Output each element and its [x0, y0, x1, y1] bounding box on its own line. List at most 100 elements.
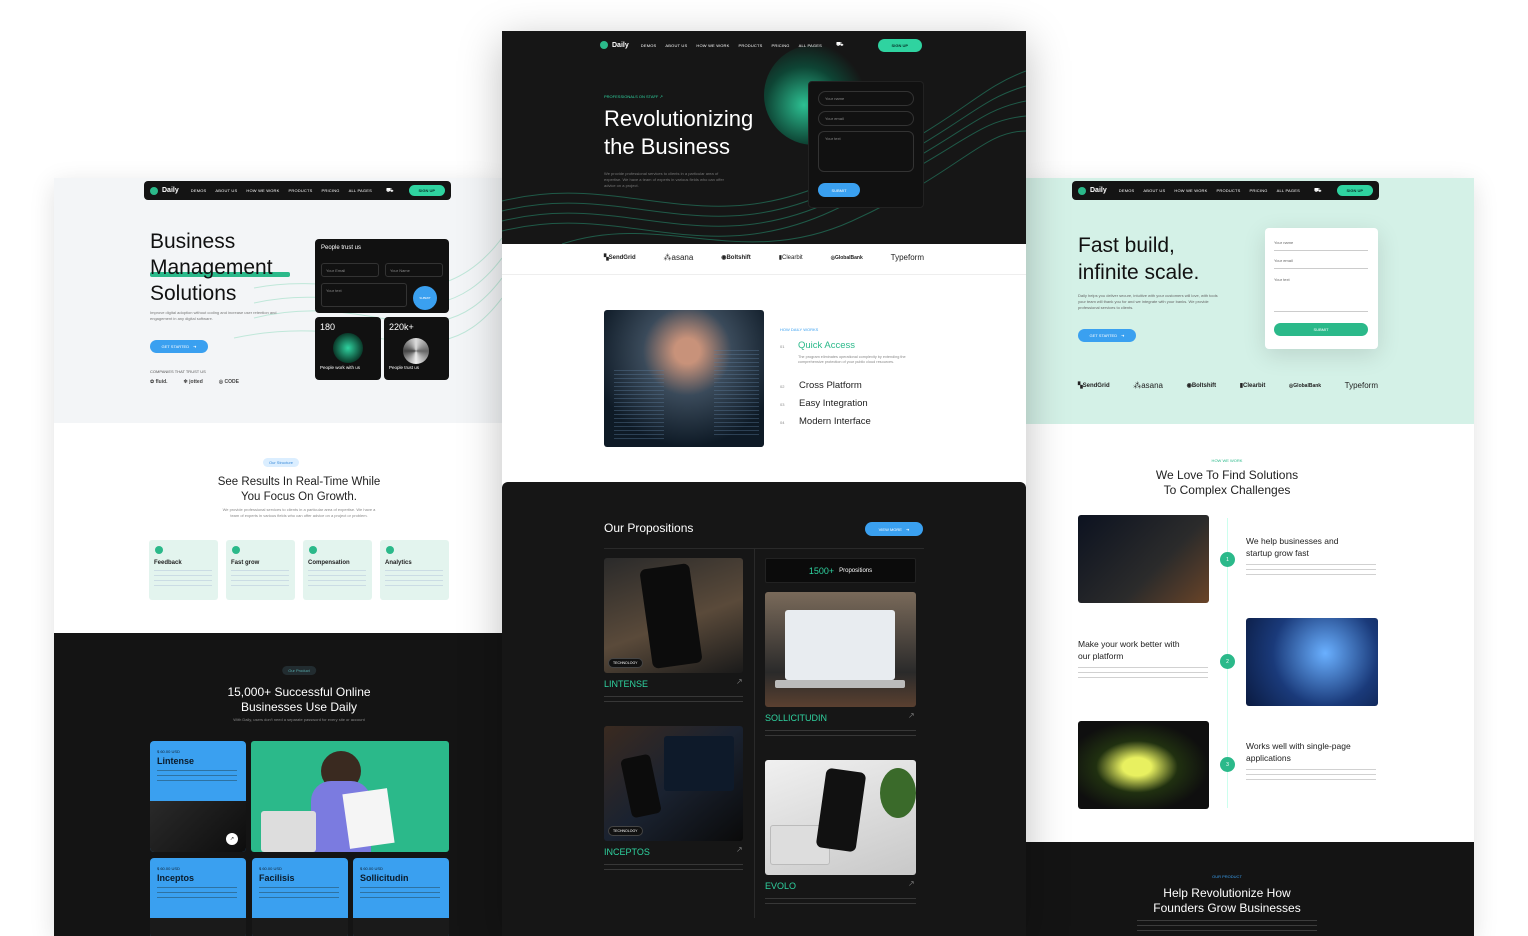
structure-desc-2: team of experts in various fields who ca…: [230, 513, 368, 518]
brand-logo[interactable]: Daily: [1078, 186, 1107, 195]
how-item-1[interactable]: Quick Access: [798, 340, 855, 351]
daily-logo-icon: [1078, 186, 1086, 195]
form-title: People trust us: [321, 245, 362, 251]
nav-how-we-work[interactable]: HOW WE WORK: [1174, 188, 1207, 193]
stat-label: People work with us: [320, 365, 361, 370]
feature-card-analytics[interactable]: Analytics: [380, 540, 449, 600]
cta-label: GET STARTED: [161, 344, 190, 349]
nav-pricing[interactable]: PRICING: [322, 188, 340, 193]
propositions-counter: 1500+ Propositions: [765, 558, 916, 583]
product-card-inceptos[interactable]: $ 60.00 USD Inceptos: [150, 858, 246, 936]
nav-products[interactable]: PRODUCTS: [288, 188, 312, 193]
trust-logo-jotted: ✻ jotted: [183, 379, 203, 385]
contact-form: Your name Your email Your text SUBMIT: [1265, 228, 1378, 349]
nav-demos[interactable]: DEMOS: [191, 188, 207, 193]
arrow-up-right-icon[interactable]: ↗: [736, 677, 743, 686]
product-badge: Our Product: [282, 666, 316, 675]
signup-button[interactable]: SIGN UP: [408, 185, 445, 196]
name-field[interactable]: Your name: [818, 91, 914, 106]
feature-card-feedback[interactable]: Feedback: [149, 540, 218, 600]
nav-products[interactable]: PRODUCTS: [1216, 188, 1240, 193]
nav-about[interactable]: ABOUT US: [1143, 188, 1165, 193]
step-3-title-2: applications: [1246, 753, 1291, 763]
submit-button[interactable]: SUBMIT: [413, 286, 437, 310]
get-started-button[interactable]: GET STARTED ➜: [150, 340, 208, 353]
get-started-button[interactable]: GET STARTED ➜: [1078, 329, 1136, 342]
nav-products[interactable]: PRODUCTS: [738, 43, 762, 48]
signup-button[interactable]: SIGN UP: [1336, 185, 1373, 196]
nav-pricing[interactable]: PRICING: [772, 43, 790, 48]
product-card-facilisis[interactable]: $ 60.00 USD Facilisis: [252, 858, 348, 936]
nav-demos[interactable]: DEMOS: [1119, 188, 1135, 193]
how-item-3[interactable]: Easy Integration: [799, 398, 868, 409]
feature-card-compensation[interactable]: Compensation: [303, 540, 372, 600]
name-field[interactable]: Your name: [1274, 240, 1368, 251]
arrow-up-right-icon[interactable]: ↗: [908, 711, 915, 720]
counter-label: Propositions: [839, 567, 873, 574]
product-name: Lintense: [157, 756, 195, 766]
nav-about[interactable]: ABOUT US: [665, 43, 687, 48]
name-field[interactable]: Your Name: [385, 263, 443, 277]
arrow-up-right-icon[interactable]: ↗: [908, 879, 915, 888]
woman-code-image: [604, 310, 764, 447]
brand-name: Daily: [162, 187, 179, 194]
email-field[interactable]: Your email: [818, 111, 914, 126]
brand-logo[interactable]: Daily: [150, 186, 179, 195]
brand-name: Daily: [1090, 187, 1107, 194]
brand-logo[interactable]: Daily: [600, 41, 629, 49]
nav-all-pages[interactable]: ALL PAGES: [799, 43, 822, 48]
column-divider: [754, 548, 755, 918]
signup-button[interactable]: SIGN UP: [877, 38, 922, 52]
product-name: Sollicitudin: [360, 873, 409, 883]
product-card-lintense[interactable]: $ 60.00 USD Lintense ↗: [150, 741, 246, 852]
how-item-4[interactable]: Modern Interface: [799, 416, 871, 427]
hero-title-1: Fast build,: [1078, 234, 1175, 257]
glow-orb: [333, 333, 363, 363]
text-field[interactable]: Your text: [1274, 277, 1368, 312]
view-more-button[interactable]: VIEW MORE ➜: [865, 522, 923, 536]
feature-title: Fast grow: [231, 560, 260, 566]
hero-wave-lines: [502, 70, 1026, 244]
cart-icon[interactable]: ⛟: [836, 41, 844, 49]
nav-how-we-work[interactable]: HOW WE WORK: [696, 43, 729, 48]
nav-all-pages[interactable]: ALL PAGES: [1277, 188, 1300, 193]
logo-boltshift: ◉Boltshift: [721, 255, 751, 261]
top-nav: Daily DEMOS ABOUT US HOW WE WORK PRODUCT…: [1072, 181, 1379, 200]
evolo-title[interactable]: EVOLO: [765, 881, 796, 891]
play-icon[interactable]: ↗: [226, 833, 238, 845]
submit-button[interactable]: SUBMIT: [818, 183, 860, 197]
cart-icon[interactable]: ⛟: [1314, 187, 1322, 195]
text-field[interactable]: Your text: [818, 131, 914, 172]
sollicitudin-title[interactable]: SOLLICITUDIN: [765, 713, 827, 723]
text-field[interactable]: Your text: [321, 283, 407, 307]
arrow-up-right-icon[interactable]: ↗: [736, 845, 743, 854]
nav-about[interactable]: ABOUT US: [215, 188, 237, 193]
inceptos-title[interactable]: INCEPTOS: [604, 847, 650, 857]
nav-how-we-work[interactable]: HOW WE WORK: [246, 188, 279, 193]
nav-demos[interactable]: DEMOS: [641, 43, 657, 48]
how-desc: The program eliminates operational compl…: [798, 355, 906, 364]
stat-card-people-work: 180 People work with us: [315, 317, 381, 380]
feature-card-fast-grow[interactable]: Fast grow: [226, 540, 295, 600]
product-card-sollicitudin[interactable]: $ 60.00 USD Sollicitudin: [353, 858, 449, 936]
right-page: Daily DEMOS ABOUT US HOW WE WORK PRODUCT…: [1026, 178, 1474, 936]
how-item-2[interactable]: Cross Platform: [799, 380, 862, 391]
logo-typeform: Typeform: [890, 253, 924, 262]
cart-icon[interactable]: ⛟: [386, 187, 394, 195]
nav-all-pages[interactable]: ALL PAGES: [349, 188, 372, 193]
hero-title-2: infinite scale.: [1078, 261, 1200, 284]
lintense-title[interactable]: LINTENSE: [604, 679, 648, 689]
email-field[interactable]: Your email: [1274, 258, 1368, 269]
propositions-title: Our Propositions: [604, 521, 694, 535]
divider: [502, 274, 1026, 275]
submit-button[interactable]: SUBMIT: [1274, 323, 1368, 336]
step-2-title-1: Make your work better with: [1078, 639, 1180, 649]
product-badge: OUR PRODUCT: [1212, 874, 1242, 879]
technology-tag: TECHNOLOGY: [608, 826, 643, 836]
nav-pricing[interactable]: PRICING: [1250, 188, 1268, 193]
email-field[interactable]: Your Email: [321, 263, 379, 277]
chart-icon: [386, 546, 394, 554]
right-product-section: OUR PRODUCT Help Revolutionize How Found…: [1026, 842, 1474, 936]
product-title-2: Founders Grow Businesses: [1153, 901, 1301, 915]
center-page: Daily DEMOS ABOUT US HOW WE WORK PRODUCT…: [502, 31, 1026, 936]
